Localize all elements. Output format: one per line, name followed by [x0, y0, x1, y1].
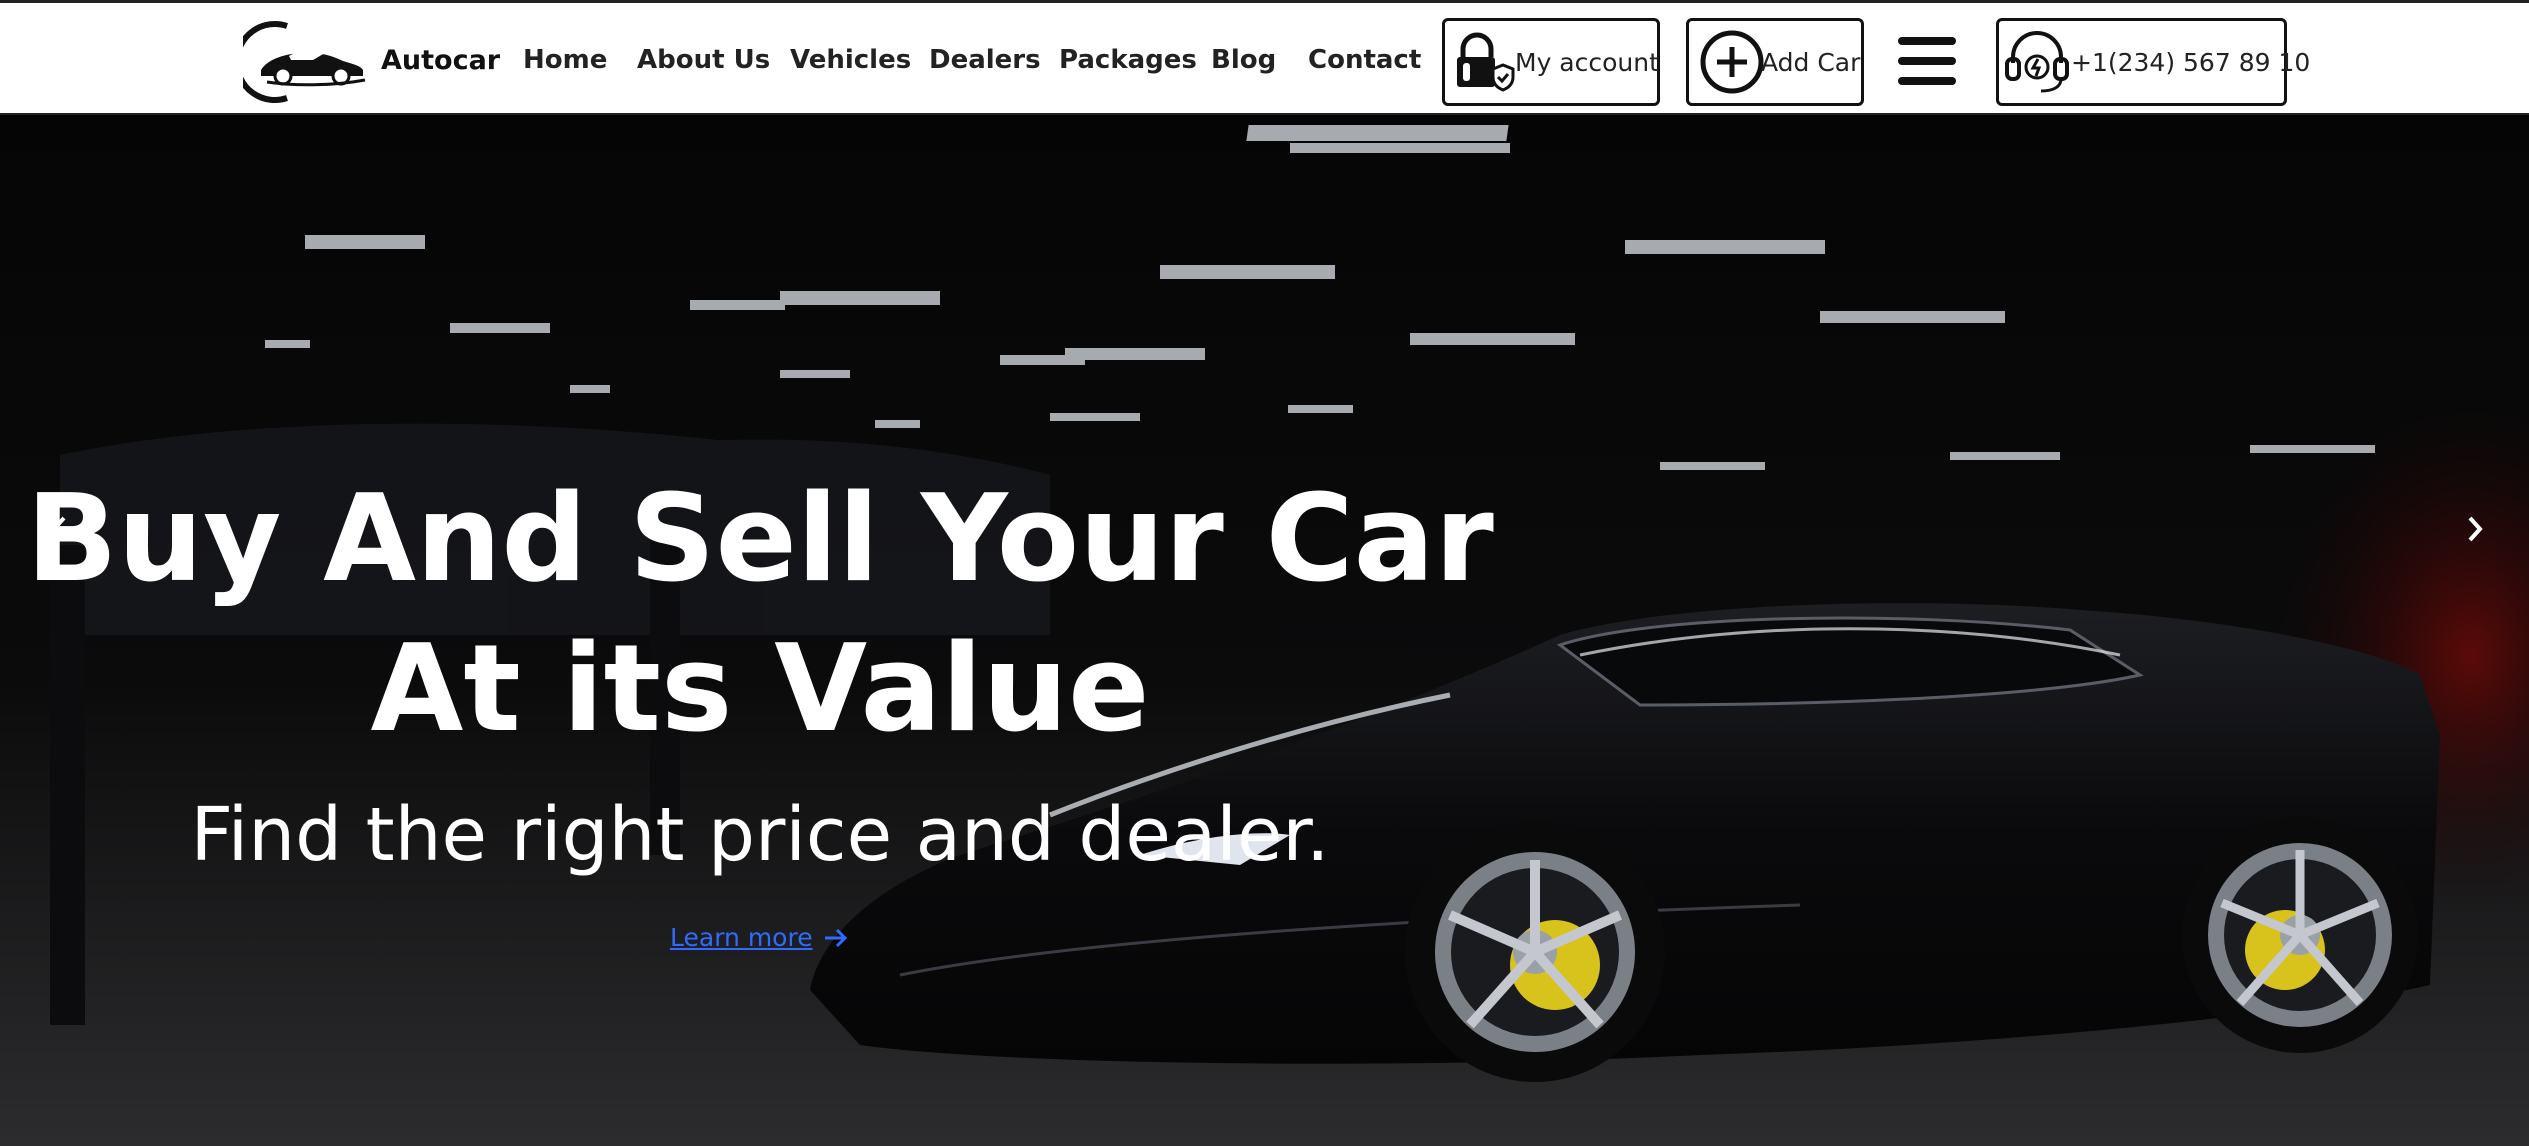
- car-logo-icon[interactable]: [243, 20, 373, 104]
- nav-item-dealers[interactable]: Dealers: [929, 3, 1041, 118]
- arrow-right-icon: [824, 928, 847, 947]
- phone-number[interactable]: +1(234) 567 89 10: [2071, 48, 2310, 77]
- hero-subtitle: Find the right price and dealer.: [190, 792, 1330, 878]
- plus-circle-icon: [1700, 30, 1764, 94]
- nav-item-blog[interactable]: Blog: [1211, 3, 1276, 118]
- nav-item-contact[interactable]: Contact: [1308, 3, 1421, 118]
- carousel-next-button[interactable]: [2446, 490, 2506, 570]
- phone-button[interactable]: +1(234) 567 89 10: [1996, 18, 2310, 106]
- chevron-right-icon: [2468, 516, 2483, 542]
- hero-title-line2: At its Value: [370, 620, 1150, 759]
- my-account-label: My account: [1515, 47, 1659, 77]
- learn-more-link[interactable]: Learn more: [670, 923, 849, 952]
- headset-icon: [2005, 31, 2069, 93]
- nav-item-vehicles[interactable]: Vehicles: [790, 3, 911, 118]
- add-car-button[interactable]: Add Car: [1686, 18, 1864, 106]
- add-car-label: Add Car: [1761, 47, 1861, 77]
- carousel-prev-button[interactable]: [28, 490, 88, 570]
- lock-shield-icon: [1457, 32, 1515, 92]
- my-account-button[interactable]: My account: [1442, 18, 1660, 106]
- nav-item-about-us[interactable]: About Us: [637, 3, 770, 118]
- site-header: Autocar Home About Us Vehicles Dealers P…: [0, 0, 2529, 115]
- hamburger-menu-icon[interactable]: [1898, 35, 1958, 87]
- hero-carousel: Buy And Sell Your Car At its Value Find …: [0, 115, 2529, 1146]
- nav-item-home[interactable]: Home: [523, 3, 607, 118]
- brand-name[interactable]: Autocar: [381, 3, 500, 118]
- nav-item-packages[interactable]: Packages: [1059, 3, 1197, 118]
- chevron-left-icon: [51, 516, 66, 542]
- hero-title-line1: Buy And Sell Your Car: [26, 470, 1494, 609]
- learn-more-label: Learn more: [670, 923, 813, 952]
